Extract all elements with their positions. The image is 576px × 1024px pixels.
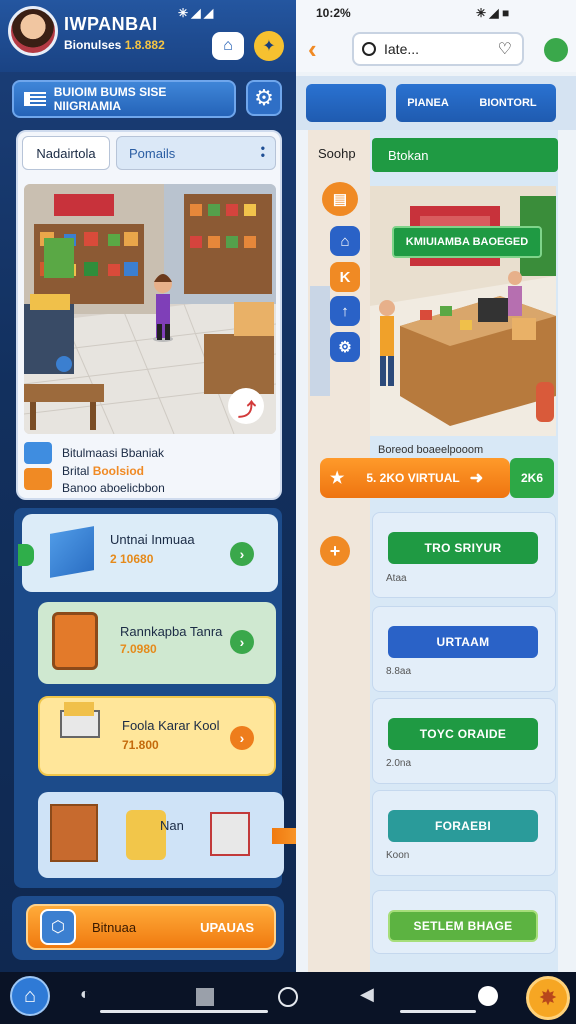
virtual-bar[interactable]: ★ 5. 2KO VIRTUAL ➜ <box>320 458 510 498</box>
chevron-right-icon[interactable]: › <box>230 542 254 566</box>
back-icon[interactable]: ◐ <box>80 986 90 1004</box>
feature-line-3: Banoo aboelicbbon <box>62 481 165 495</box>
shelf-edge <box>310 286 330 396</box>
add-icon[interactable]: + <box>320 536 350 566</box>
stats-prefix: Bionulses <box>64 38 122 52</box>
option-button[interactable]: TOYC ORAIDE <box>388 718 538 750</box>
feature-line-2-prefix: Brital <box>62 464 90 478</box>
option-note: 2.0na <box>386 758 412 769</box>
home-circle-icon[interactable] <box>278 987 298 1007</box>
heart-icon[interactable]: ♡ <box>498 39 512 59</box>
list-item[interactable]: Foola Karar Kool 71.800 › <box>38 696 276 776</box>
gear-icon[interactable]: ⚙ <box>330 332 360 362</box>
gesture-bar-right <box>400 1010 476 1013</box>
chevron-right-icon[interactable]: › <box>230 630 254 654</box>
tab-blank[interactable] <box>306 84 386 122</box>
status-icons-right: ✳ ◢ ■ <box>476 6 510 20</box>
store-sign: KMIUIAMBA BAOEGED <box>392 226 542 258</box>
home-button-icon[interactable]: ⌂ <box>10 976 50 1016</box>
upload-icon[interactable]: ↑ <box>330 296 360 326</box>
tab-second[interactable]: Pomails • • <box>116 136 276 170</box>
plant-icon[interactable] <box>544 38 568 62</box>
k-icon[interactable]: K <box>330 262 360 292</box>
arrow-icon: ➜ <box>469 470 484 487</box>
chevron-icon[interactable] <box>18 544 34 566</box>
bank-icon[interactable]: ⌂ <box>330 226 360 256</box>
upgrade-right-label: UPAUAS <box>200 919 254 935</box>
chevron-right-icon[interactable]: › <box>230 726 254 750</box>
star-coin-icon[interactable]: ✦ <box>254 31 284 61</box>
bundle-label: Nan <box>160 818 184 833</box>
promo-banner[interactable]: BUIOIM BUMS SISE NIIGRIAMIA <box>12 80 236 118</box>
gesture-bar-left <box>100 1010 268 1013</box>
back-arrow-icon[interactable]: ‹ <box>308 34 317 65</box>
player-name: IWPANBAI <box>64 14 158 34</box>
bundle-row[interactable]: Nan <box>38 792 284 878</box>
settings-gear-icon[interactable]: ⚙ <box>246 80 282 116</box>
section-title: Btokan <box>372 138 558 172</box>
list-item-price: 2 10680 <box>110 552 154 566</box>
tab-biontorl[interactable]: BIONTORL <box>460 84 556 122</box>
document-icon[interactable]: ▤ <box>322 182 358 216</box>
checkout-counter-illustration <box>370 186 556 436</box>
cart-icon <box>210 812 250 856</box>
avatar[interactable] <box>8 6 58 56</box>
option-button[interactable]: FORAEBI <box>388 810 538 842</box>
virtual-value: 2K6 <box>510 458 554 498</box>
section-tab[interactable]: Soohp <box>318 146 356 161</box>
feature-highlight: Boolsiod <box>92 464 145 478</box>
share-icon[interactable]: ⤴ <box>238 396 256 422</box>
shield-icon: ⬡ <box>40 909 76 945</box>
feature-line-1: Bitulmaasi Bbaniak <box>62 446 165 460</box>
search-input[interactable]: Iate... <box>384 41 419 57</box>
tab-second-label: Pomails <box>129 145 176 161</box>
player-stats: Bionulses 1.8.882 <box>64 38 165 52</box>
status-icons-left: ✳ ◢ ◢ <box>178 6 214 20</box>
list-item-title: Rannkapba Tanra <box>120 624 223 639</box>
list-item-price: 71.800 <box>122 738 159 752</box>
search-icon <box>362 42 376 56</box>
list-icon <box>24 92 46 106</box>
recents-icon[interactable] <box>196 988 214 1006</box>
crate-icon <box>50 804 98 862</box>
list-item[interactable]: Rannkapba Tanra 7.0980 › <box>38 602 276 684</box>
upgrade-left-label: Bitnuaa <box>92 919 137 935</box>
shopping-cart-icon <box>54 702 102 760</box>
option-note: Ataa <box>386 573 407 584</box>
list-item-title: Foola Karar Kool <box>122 718 220 733</box>
cash-register-icon <box>52 612 98 670</box>
option-note: 8.8aa <box>386 666 412 677</box>
home-icon[interactable]: ⌂ <box>212 32 244 60</box>
virtual-label: 5. 2KO VIRTUAL <box>366 471 460 485</box>
star-button-icon[interactable]: ✸ <box>526 976 570 1020</box>
option-note: Koon <box>386 850 410 861</box>
feature-line-2: Brital Boolsiod <box>62 464 144 478</box>
banner-label: BUIOIM BUMS SISE NIIGRIAMIA <box>53 85 167 113</box>
star-icon: ★ <box>330 470 345 487</box>
search-bar[interactable]: Iate... ♡ <box>352 32 524 66</box>
list-item-title: Untnai Inmuaa <box>110 532 195 547</box>
upgrade-button[interactable]: ⬡ Bitnuaa UPAUAS <box>26 904 276 950</box>
option-button[interactable]: URTAAM <box>388 626 538 658</box>
box-icon <box>50 526 94 578</box>
back-triangle-icon[interactable]: ◀ <box>360 984 374 1005</box>
settle-button[interactable]: SETLEM BHAGE <box>388 910 538 942</box>
product-icon <box>24 442 56 494</box>
list-item[interactable]: Untnai Inmuaa 2 10680 › <box>22 514 278 592</box>
list-item-price: 7.0980 <box>120 642 157 656</box>
more-dots-icon[interactable]: • • <box>261 142 265 161</box>
scene-caption: Boreod boaeelpooom <box>378 444 484 456</box>
tab-first[interactable]: Nadairtola <box>22 136 110 170</box>
option-button[interactable]: TRO SRIYUR <box>388 532 538 564</box>
stats-value: 1.8.882 <box>124 38 165 52</box>
camera-icon[interactable] <box>478 986 498 1006</box>
status-time-right: 10:2% <box>316 6 351 20</box>
tab-pianea[interactable]: PIANEA <box>396 84 460 122</box>
